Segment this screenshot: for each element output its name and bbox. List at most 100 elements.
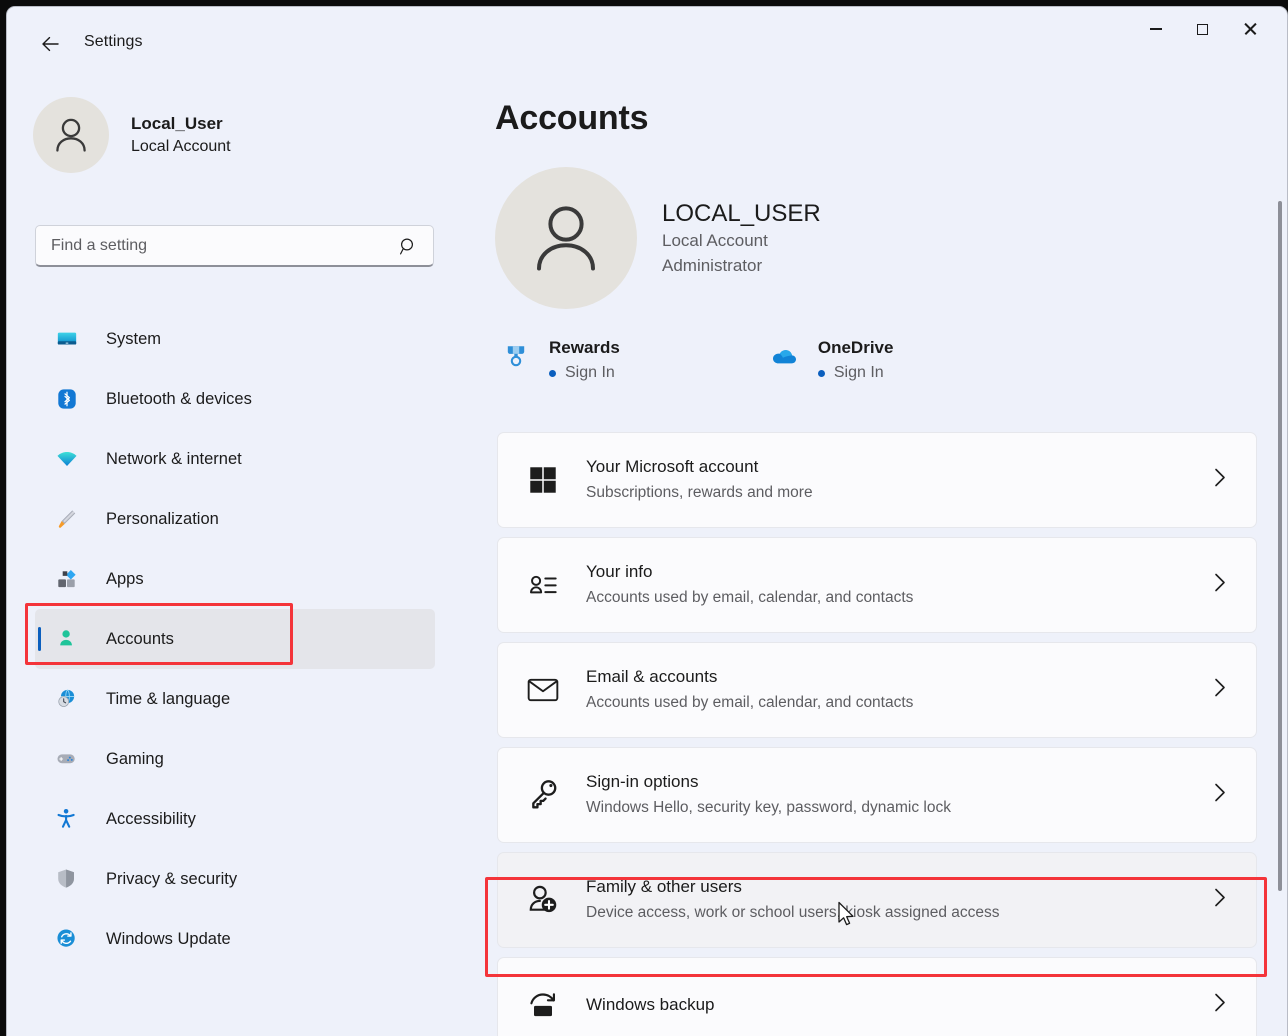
selection-accent-bar	[38, 627, 41, 651]
sidebar-item-time-language[interactable]: Time & language	[35, 669, 435, 729]
card-title: Family & other users	[586, 876, 1000, 899]
chevron-right-icon[interactable]	[1210, 887, 1230, 914]
sidebar: Local_User Local Account Find a setting …	[7, 79, 477, 1036]
hero-account-type: Local Account	[662, 229, 821, 254]
card-title: Email & accounts	[586, 666, 913, 689]
chevron-right-icon[interactable]	[1210, 782, 1230, 809]
paintbrush-icon	[55, 508, 79, 530]
sidebar-profile[interactable]: Local_User Local Account	[33, 97, 231, 173]
service-status-label: Sign In	[834, 364, 884, 382]
service-links: Rewards Sign In OneDrive Sign In	[499, 337, 893, 382]
close-icon[interactable]	[1226, 7, 1273, 51]
sidebar-item-gaming[interactable]: Gaming	[35, 729, 435, 789]
sidebar-item-accessibility[interactable]: Accessibility	[35, 789, 435, 849]
card-title: Your info	[586, 561, 913, 584]
sidebar-item-system[interactable]: System	[35, 309, 435, 369]
app-title: Settings	[84, 33, 143, 51]
search-placeholder: Find a setting	[51, 226, 147, 265]
status-dot	[549, 370, 556, 377]
service-status[interactable]: Sign In	[818, 364, 894, 382]
card-family-other-users[interactable]: Family & other users Device access, work …	[497, 852, 1257, 948]
sidebar-item-personalization[interactable]: Personalization	[35, 489, 435, 549]
service-status[interactable]: Sign In	[549, 364, 620, 382]
sidebar-item-label: Privacy & security	[106, 870, 237, 889]
service-name: Rewards	[549, 337, 620, 359]
sidebar-item-label: Gaming	[106, 750, 164, 769]
status-dot	[818, 370, 825, 377]
card-subtitle: Accounts used by email, calendar, and co…	[586, 587, 913, 609]
profile-name: Local_User	[131, 113, 231, 136]
update-icon	[55, 928, 79, 950]
card-subtitle: Device access, work or school users, kio…	[586, 902, 1000, 924]
sidebar-item-label: Bluetooth & devices	[106, 390, 252, 409]
service-name: OneDrive	[818, 337, 894, 359]
person-add-icon	[522, 885, 564, 915]
search-icon[interactable]	[399, 237, 418, 261]
card-sign-in-options[interactable]: Sign-in options Windows Hello, security k…	[497, 747, 1257, 843]
hero-account-role: Administrator	[662, 254, 821, 279]
sidebar-item-accounts[interactable]: Accounts	[35, 609, 435, 669]
contact-card-icon	[522, 571, 564, 599]
chevron-right-icon[interactable]	[1210, 467, 1230, 494]
person-avatar-icon	[33, 97, 109, 173]
chevron-right-icon[interactable]	[1210, 572, 1230, 599]
sidebar-item-label: System	[106, 330, 161, 349]
scrollbar-thumb[interactable]	[1278, 201, 1282, 891]
bluetooth-icon	[55, 388, 79, 410]
chevron-right-icon[interactable]	[1210, 992, 1230, 1019]
card-email-accounts[interactable]: Email & accounts Accounts used by email, …	[497, 642, 1257, 738]
accessibility-icon	[55, 808, 79, 830]
card-title: Sign-in options	[586, 771, 951, 794]
apps-icon	[55, 568, 79, 590]
service-rewards[interactable]: Rewards Sign In	[499, 337, 620, 382]
page-title: Accounts	[495, 99, 648, 138]
maximize-icon[interactable]	[1179, 7, 1226, 51]
sidebar-item-apps[interactable]: Apps	[35, 549, 435, 609]
person-avatar-icon	[495, 167, 637, 309]
settings-card-list: Your Microsoft account Subscriptions, rew…	[497, 432, 1257, 1036]
card-your-info[interactable]: Your info Accounts used by email, calenda…	[497, 537, 1257, 633]
sidebar-item-bluetooth-devices[interactable]: Bluetooth & devices	[35, 369, 435, 429]
sidebar-item-label: Apps	[106, 570, 144, 589]
sidebar-item-network-internet[interactable]: Network & internet	[35, 429, 435, 489]
hero-account-name: LOCAL_USER	[662, 198, 821, 229]
microsoft-logo-icon	[522, 466, 564, 494]
sidebar-item-privacy-security[interactable]: Privacy & security	[35, 849, 435, 909]
card-windows-backup[interactable]: Windows backup	[497, 957, 1257, 1036]
sidebar-item-label: Accessibility	[106, 810, 196, 829]
card-title: Windows backup	[586, 994, 715, 1017]
back-arrow-icon[interactable]	[31, 25, 69, 63]
card-subtitle: Windows Hello, security key, password, d…	[586, 797, 951, 819]
minimize-icon[interactable]	[1132, 7, 1179, 51]
gamepad-icon	[55, 748, 79, 770]
settings-window: Settings Local_User Local Account	[6, 6, 1288, 1036]
service-onedrive[interactable]: OneDrive Sign In	[768, 337, 894, 382]
mouse-pointer-icon	[837, 901, 857, 934]
sidebar-item-label: Personalization	[106, 510, 219, 529]
sidebar-item-label: Windows Update	[106, 930, 231, 949]
main-content: Accounts LOCAL_USER Local Account Admini…	[477, 79, 1288, 1036]
envelope-icon	[522, 676, 564, 704]
card-your-microsoft-account[interactable]: Your Microsoft account Subscriptions, rew…	[497, 432, 1257, 528]
card-subtitle: Subscriptions, rewards and more	[586, 482, 813, 504]
account-hero: LOCAL_USER Local Account Administrator	[495, 167, 821, 309]
sidebar-item-label: Network & internet	[106, 450, 242, 469]
clock-globe-icon	[55, 688, 79, 710]
card-subtitle: Accounts used by email, calendar, and co…	[586, 692, 913, 714]
person-icon	[55, 628, 79, 650]
chevron-right-icon[interactable]	[1210, 677, 1230, 704]
monitor-icon	[55, 328, 79, 350]
onedrive-cloud-icon	[768, 337, 802, 371]
backup-sync-icon	[522, 990, 564, 1020]
profile-subtitle: Local Account	[131, 136, 231, 158]
title-bar: Settings	[7, 7, 1287, 79]
card-title: Your Microsoft account	[586, 456, 813, 479]
rewards-medal-icon	[499, 337, 533, 369]
wifi-icon	[55, 448, 79, 470]
sidebar-item-label: Accounts	[106, 630, 174, 649]
scrollbar[interactable]	[1275, 201, 1285, 1036]
shield-icon	[55, 868, 79, 890]
sidebar-item-windows-update[interactable]: Windows Update	[35, 909, 435, 969]
search-input[interactable]: Find a setting	[35, 225, 434, 267]
sidebar-nav: System Bluetooth & devices Network & inter…	[7, 309, 477, 969]
